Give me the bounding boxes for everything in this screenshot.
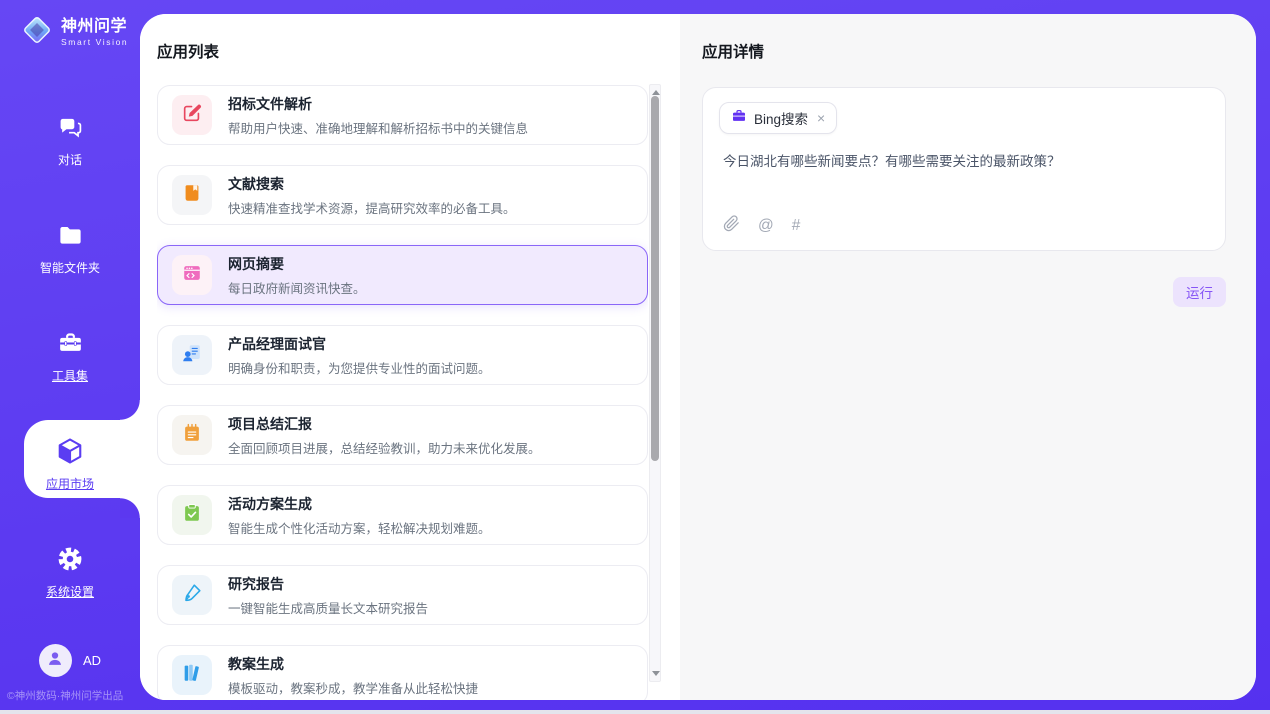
folder-icon [57, 220, 84, 250]
cube-icon [55, 436, 85, 466]
scrollbar[interactable] [649, 84, 661, 682]
app-card-desc: 智能生成个性化活动方案，轻松解决规划难题。 [228, 518, 491, 537]
copyright-text: ©神州数码·神州问学出品 [7, 688, 123, 703]
app-list-panel: 应用列表 招标文件解析 帮助用户快速、准确地理解和解析招标书中的关键信息 文献搜… [140, 14, 680, 700]
brand: 神州问学 Smart Vision [20, 13, 128, 52]
app-detail-panel: 应用详情 Bing搜索 × 今日湖北有哪些新闻要点？有哪些需要关注的最新政策？ … [680, 14, 1256, 700]
app-card-list: 招标文件解析 帮助用户快速、准确地理解和解析招标书中的关键信息 文献搜索 快速精… [157, 85, 648, 700]
prompt-toolbar: @# [723, 215, 800, 237]
app-list-title: 应用列表 [157, 40, 680, 62]
interviewer-icon [181, 342, 203, 369]
sidebar: 神州问学 Smart Vision 对话 智能文件夹 工具集 应用市场 系统设置… [0, 0, 140, 710]
app-card[interactable]: 产品经理面试官 明确身份和职责，为您提供专业性的面试问题。 [157, 325, 648, 385]
app-card-desc: 模板驱动，教案秒成，教学准备从此轻松快捷 [228, 678, 478, 697]
sidebar-item-2[interactable]: 工具集 [0, 302, 140, 410]
hashtag-icon[interactable]: # [792, 217, 801, 235]
pen-report-icon [181, 582, 203, 609]
sidebar-item-4[interactable]: 系统设置 [0, 518, 140, 626]
app-card[interactable]: 研究报告 一键智能生成高质量长文本研究报告 [157, 565, 648, 625]
avatar[interactable] [39, 644, 72, 677]
edit-doc-icon [181, 102, 203, 129]
app-card[interactable]: 教案生成 模板驱动，教案秒成，教学准备从此轻松快捷 [157, 645, 648, 700]
browser-icon [181, 262, 203, 289]
user-row[interactable]: AD [0, 644, 140, 677]
sidebar-item-3[interactable]: 应用市场 [0, 410, 140, 518]
books-icon [181, 662, 203, 689]
app-detail-title: 应用详情 [702, 40, 1226, 62]
bottom-edge-strip [0, 710, 1270, 714]
toolbox-icon [57, 328, 84, 358]
app-card-title: 教案生成 [228, 654, 478, 674]
app-card-title: 网页摘要 [228, 254, 366, 274]
tool-tag-label: Bing搜索 [754, 108, 808, 128]
app-card[interactable]: 活动方案生成 智能生成个性化活动方案，轻松解决规划难题。 [157, 485, 648, 545]
scroll-up-arrow-icon[interactable] [652, 90, 660, 95]
clipboard-check-icon [181, 502, 203, 529]
app-card[interactable]: 项目总结汇报 全面回顾项目进展，总结经验教训，助力未来优化发展。 [157, 405, 648, 465]
app-card-title: 文献搜索 [228, 174, 516, 194]
diamond-logo-icon [20, 13, 54, 52]
prompt-text[interactable]: 今日湖北有哪些新闻要点？有哪些需要关注的最新政策？ [723, 152, 1205, 172]
main-content: 应用列表 招标文件解析 帮助用户快速、准确地理解和解析招标书中的关键信息 文献搜… [140, 14, 1256, 700]
close-icon[interactable]: × [817, 111, 825, 125]
sidebar-nav: 对话 智能文件夹 工具集 应用市场 系统设置 [0, 86, 140, 626]
note-icon [181, 422, 203, 449]
app-card[interactable]: 网页摘要 每日政府新闻资讯快查。 [157, 245, 648, 305]
app-card-title: 研究报告 [228, 574, 428, 594]
app-card-title: 产品经理面试官 [228, 334, 491, 354]
app-card[interactable]: 招标文件解析 帮助用户快速、准确地理解和解析招标书中的关键信息 [157, 85, 648, 145]
app-card-title: 活动方案生成 [228, 494, 491, 514]
app-card-desc: 全面回顾项目进展，总结经验教训，助力未来优化发展。 [228, 438, 541, 457]
sidebar-item-1[interactable]: 智能文件夹 [0, 194, 140, 302]
sidebar-item-0[interactable]: 对话 [0, 86, 140, 194]
app-card[interactable]: 文献搜索 快速精准查找学术资源，提高研究效率的必备工具。 [157, 165, 648, 225]
app-card-desc: 每日政府新闻资讯快查。 [228, 278, 366, 297]
chat-icon [57, 112, 84, 142]
run-button[interactable]: 运行 [1173, 277, 1226, 307]
app-card-title: 招标文件解析 [228, 94, 528, 114]
brand-name: 神州问学 [61, 18, 128, 36]
app-card-desc: 帮助用户快速、准确地理解和解析招标书中的关键信息 [228, 118, 528, 137]
app-card-title: 项目总结汇报 [228, 414, 541, 434]
gear-icon [56, 544, 84, 574]
attachment-icon[interactable] [723, 215, 740, 237]
brand-subtitle: Smart Vision [61, 37, 128, 47]
briefcase-icon [731, 108, 747, 129]
app-card-desc: 明确身份和职责，为您提供专业性的面试问题。 [228, 358, 491, 377]
mention-icon[interactable]: @ [758, 217, 774, 235]
scroll-down-arrow-icon[interactable] [652, 671, 660, 676]
scrollbar-thumb[interactable] [651, 96, 659, 461]
app-card-desc: 一键智能生成高质量长文本研究报告 [228, 598, 428, 617]
run-row: 运行 [702, 277, 1226, 307]
tool-tag-bing-search[interactable]: Bing搜索 × [719, 102, 837, 134]
app-card-desc: 快速精准查找学术资源，提高研究效率的必备工具。 [228, 198, 516, 217]
user-name: AD [83, 653, 101, 668]
book-icon [181, 182, 203, 209]
prompt-card[interactable]: Bing搜索 × 今日湖北有哪些新闻要点？有哪些需要关注的最新政策？ @# [702, 87, 1226, 251]
person-icon [45, 648, 65, 673]
app-window: 神州问学 Smart Vision 对话 智能文件夹 工具集 应用市场 系统设置… [0, 0, 1270, 714]
